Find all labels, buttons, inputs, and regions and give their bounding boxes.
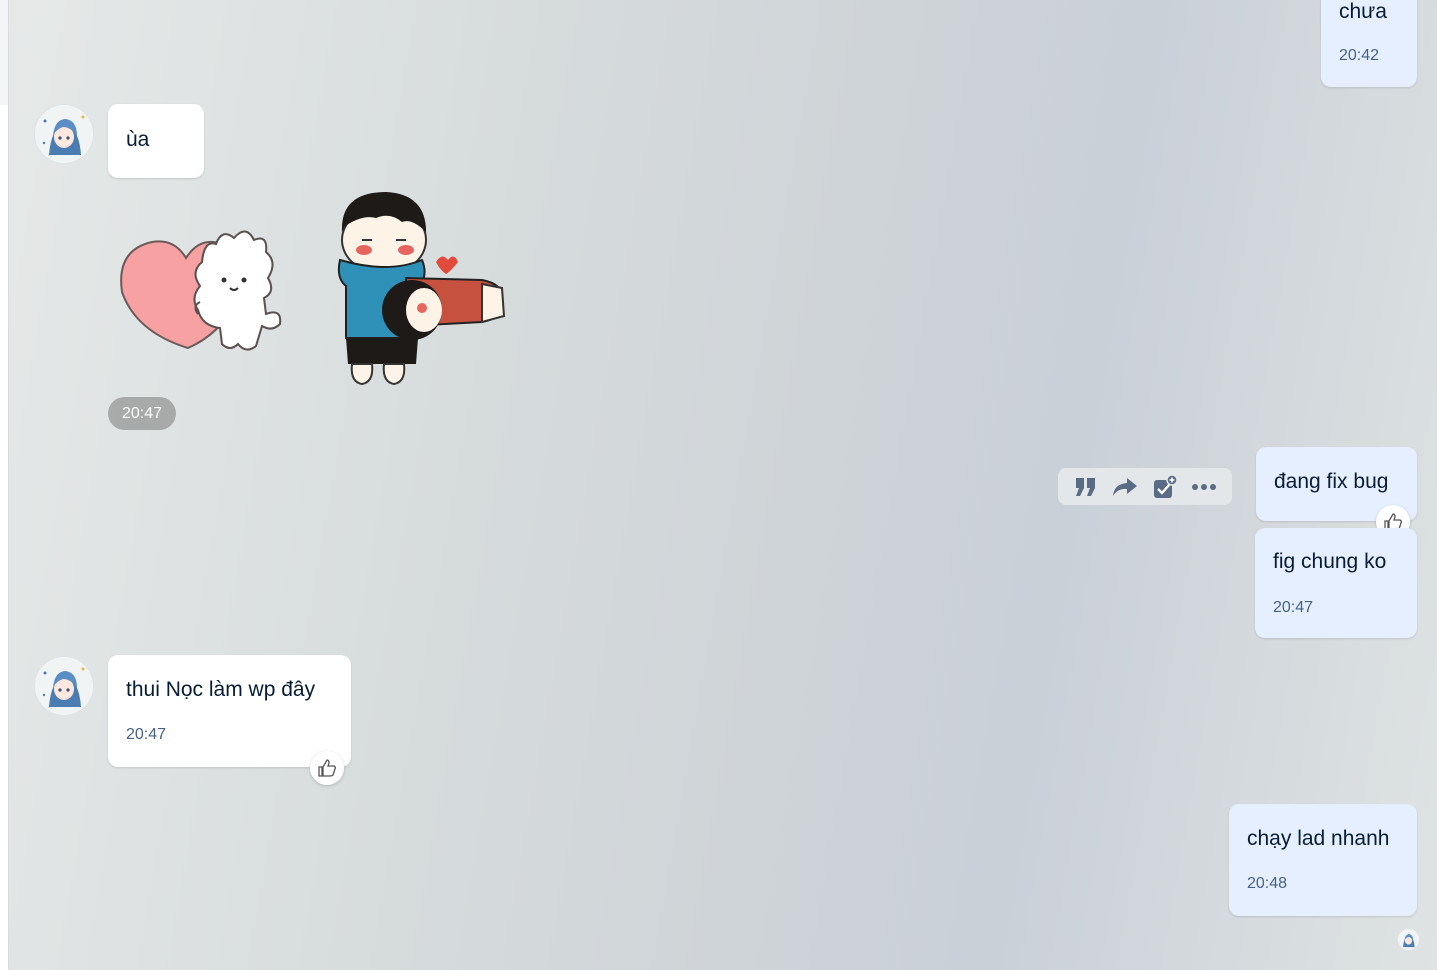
sticker-time-pill: 20:47 — [108, 397, 176, 430]
message-bubble-incoming[interactable]: thui Nọc làm wp đây 20:47 — [108, 655, 351, 767]
message-time: 20:48 — [1247, 875, 1288, 892]
more-icon[interactable] — [1190, 473, 1218, 501]
avatar-image — [35, 105, 93, 163]
seen-avatar — [1397, 928, 1420, 951]
avatar-image — [35, 657, 93, 715]
message-text: ùa — [126, 128, 150, 151]
task-icon[interactable] — [1151, 473, 1179, 501]
thumbs-up-icon — [318, 759, 336, 777]
message-bubble-incoming[interactable]: ùa — [108, 104, 204, 178]
avatar-image — [1398, 929, 1419, 950]
message-text: đang fix bug — [1274, 470, 1389, 493]
message-bubble-outgoing[interactable]: fig chung ko 20:47 — [1255, 528, 1417, 638]
message-text: chạy lad nhanh — [1247, 827, 1390, 850]
message-time: 20:47 — [1273, 599, 1314, 616]
sticker-image — [120, 230, 282, 351]
sidebar-edge-top — [0, 0, 8, 105]
sticker-image — [337, 192, 506, 386]
sidebar-edge — [0, 0, 9, 970]
react-like-button[interactable] — [310, 751, 344, 785]
message-time: 20:47 — [126, 726, 167, 743]
contact-avatar[interactable] — [34, 104, 94, 164]
sticker-heart-dog[interactable] — [116, 222, 288, 358]
quote-icon[interactable] — [1072, 473, 1100, 501]
message-time: 20:42 — [1339, 47, 1380, 64]
message-text: fig chung ko — [1273, 550, 1387, 573]
message-text: chưa — [1339, 0, 1387, 23]
sticker-couple[interactable] — [332, 188, 508, 388]
contact-avatar[interactable] — [34, 656, 94, 716]
message-text: thui Nọc làm wp đây — [126, 678, 316, 701]
message-bubble-outgoing[interactable]: chưa 20:42 — [1321, 0, 1417, 87]
message-action-toolbar — [1058, 468, 1232, 505]
message-bubble-outgoing[interactable]: chạy lad nhanh 20:48 — [1229, 804, 1417, 916]
forward-icon[interactable] — [1111, 473, 1139, 501]
